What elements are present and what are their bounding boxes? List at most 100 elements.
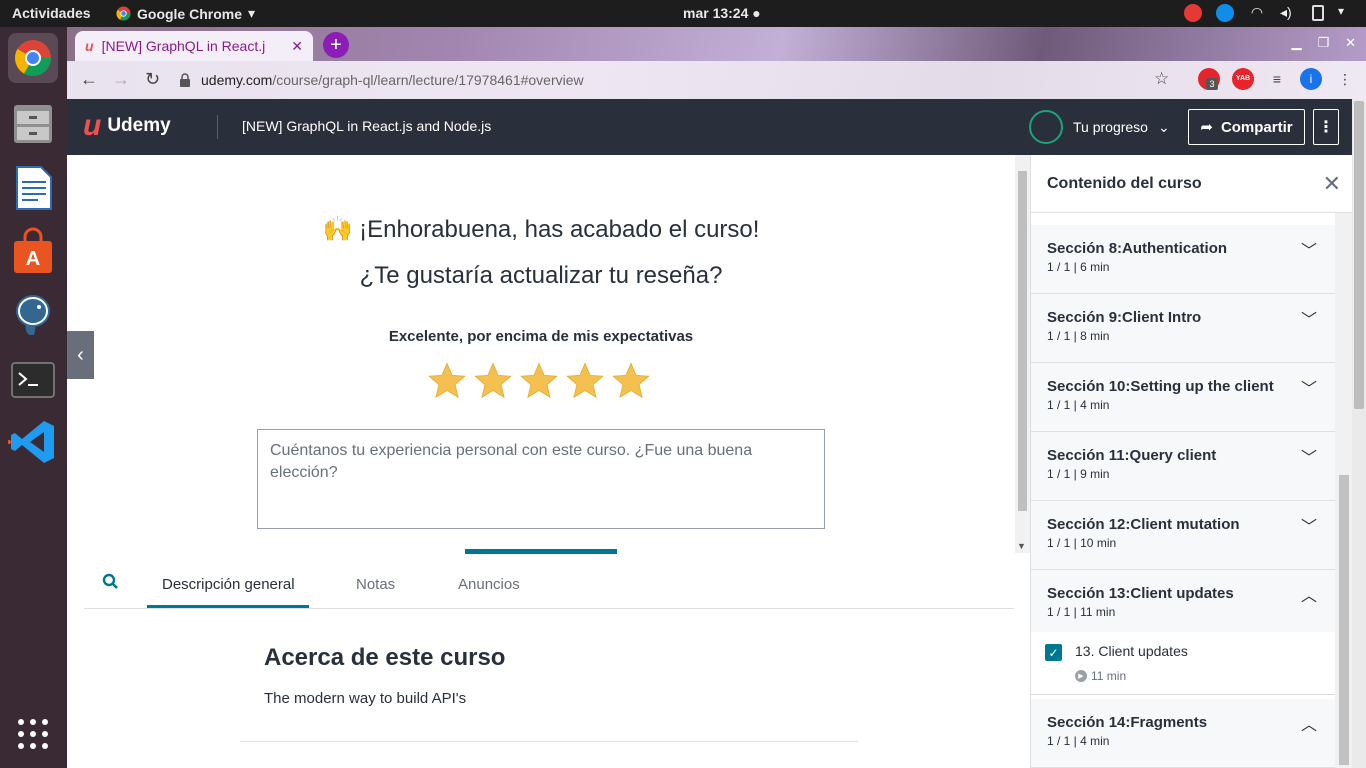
chevron-up-icon[interactable]: ︿ [1301,582,1317,606]
profile-avatar[interactable]: i [1300,68,1322,90]
tab-announcements[interactable]: Anuncios [458,576,520,593]
close-icon[interactable]: ✕ [1323,171,1341,197]
star-icon[interactable] [565,361,605,401]
system-top-bar: Actividades Google Chrome ▾ mar 13:24 ● … [0,0,1366,27]
chevron-down-icon[interactable]: ﹀ [1301,306,1317,330]
divider [240,741,858,742]
activities-button[interactable]: Actividades [12,5,91,21]
review-textarea[interactable]: Cuéntanos tu experiencia personal con es… [257,429,825,529]
page-scrollbar[interactable] [1352,99,1366,768]
files-dock-icon[interactable] [8,99,58,149]
congrats-text: ¡Enhorabuena, has acabado el curso! [359,216,760,243]
address-bar[interactable]: udemy.com/course/graph-ql/learn/lecture/… [179,66,1179,94]
chrome-icon [14,40,51,77]
scrollbar-thumb[interactable] [1339,475,1349,765]
scroll-down-icon[interactable]: ▼ [1017,541,1026,551]
star-icon[interactable] [473,361,513,401]
section-meta: 1 / 1 | 8 min [1047,329,1110,343]
system-menu-icon[interactable]: ▾ [1338,4,1356,22]
app-name: Google Chrome [137,5,243,22]
rating-label: Excelente, por encima de mis expectativa… [388,328,694,345]
tab-strip: u [NEW] GraphQL in React.j ✕ + ▁ ❐ ✕ [67,27,1366,61]
share-label: Compartir [1220,118,1293,136]
tab-notes[interactable]: Notas [356,576,395,593]
sidebar-section[interactable]: Sección 11:Query client 1 / 1 | 9 min ﹀ [1031,432,1335,501]
battery-icon[interactable] [1312,5,1324,21]
chevron-up-icon[interactable]: ︿ [1301,711,1317,735]
raised-hands-icon: 🙌 [322,216,353,243]
show-apps-icon[interactable] [8,709,58,759]
sidebar-scrollbar[interactable] [1335,213,1352,768]
logo-text: Udemy [107,115,171,136]
lecture-item[interactable]: ✓ 13. Client updates ▶ 11 min [1031,632,1335,695]
section-meta: 1 / 1 | 11 min [1047,605,1116,619]
pgadmin-dock-icon[interactable] [8,289,58,339]
tab-title: [NEW] GraphQL in React.j [101,38,266,54]
udemy-logo[interactable]: u Udemy [83,111,171,141]
lock-icon [180,73,190,87]
sidebar-section[interactable]: Sección 9:Client Intro 1 / 1 | 8 min ﹀ [1031,294,1335,363]
terminal-dock-icon[interactable] [8,355,58,405]
yab-extension-icon[interactable]: YAB [1232,68,1254,90]
app-menu[interactable]: Google Chrome ▾ [116,5,255,22]
browser-menu-icon[interactable]: ⋮ [1334,68,1356,90]
about-description: The modern way to build API's [264,690,467,707]
sidebar-section[interactable]: Sección 8:Authentication 1 / 1 | 6 min ﹀ [1031,225,1335,294]
grid-icon [18,719,48,749]
forward-icon[interactable]: → [112,69,130,90]
new-tab-button[interactable]: + [323,32,349,58]
star-icon[interactable] [519,361,559,401]
star-icon[interactable] [611,361,651,401]
document-icon [16,166,52,210]
close-window-icon[interactable]: ✕ [1345,35,1356,51]
stop-icon[interactable] [1184,4,1202,22]
elephant-icon [16,295,50,335]
opera-extension-icon[interactable]: 3 [1198,68,1220,90]
chrome-dock-icon[interactable] [8,33,58,83]
sidebar-section[interactable]: Sección 14:Fragments 1 / 1 | 4 min ︿ [1031,699,1335,768]
more-options-button[interactable]: ⋮ [1313,109,1339,145]
scrollbar-thumb[interactable] [1354,101,1364,409]
dock: A [0,27,67,768]
browser-toolbar: ← → ↻ udemy.com/course/graph-ql/learn/le… [67,61,1366,99]
sidebar-section[interactable]: Sección 13:Client updates 1 / 1 | 11 min ︿ [1031,570,1335,639]
share-icon: ➦ [1200,119,1213,136]
playlist-icon[interactable]: ≡ [1266,68,1288,90]
search-icon[interactable] [102,573,120,591]
vscode-dock-icon[interactable] [7,417,58,467]
vscode-icon [7,421,54,463]
section-title: Sección 13:Client updates [1047,585,1234,602]
back-icon[interactable]: ← [80,69,98,90]
chevron-down-icon[interactable]: ﹀ [1301,237,1317,261]
bookmark-star-icon[interactable]: ☆ [1154,69,1169,89]
review-scrollbar[interactable]: ▼ [1015,155,1030,553]
close-tab-icon[interactable]: ✕ [291,38,303,55]
star-icon[interactable] [427,361,467,401]
course-title[interactable]: [NEW] GraphQL in React.js and Node.js [242,118,491,134]
chevron-down-icon[interactable]: ﹀ [1301,375,1317,399]
wifi-icon[interactable]: ◠ [1248,4,1266,22]
chevron-down-icon[interactable]: ﹀ [1301,513,1317,537]
star-rating[interactable] [427,361,651,401]
reload-icon[interactable]: ↻ [145,69,160,90]
progress-menu[interactable]: Tu progreso ⌄ [1029,110,1170,144]
browser-tab[interactable]: u [NEW] GraphQL in React.j ✕ [75,31,313,61]
volume-icon[interactable]: ◂) [1280,4,1298,22]
teamviewer-icon[interactable] [1216,4,1234,22]
section-title: Sección 8:Authentication [1047,240,1228,257]
clock[interactable]: mar 13:24 ● [683,5,761,21]
minimize-icon[interactable]: ▁ [1291,35,1301,51]
scrollbar-thumb[interactable] [1018,171,1027,511]
tab-overview[interactable]: Descripción general [162,576,295,593]
chevron-down-icon[interactable]: ﹀ [1301,444,1317,468]
software-dock-icon[interactable]: A [8,227,58,277]
sidebar-section[interactable]: Sección 10:Setting up the client 1 / 1 | … [1031,363,1335,432]
maximize-icon[interactable]: ❐ [1317,35,1329,51]
window-controls: ▁ ❐ ✕ [1291,35,1356,51]
sidebar-section[interactable]: Sección 12:Client mutation 1 / 1 | 10 min… [1031,501,1335,570]
checkbox-checked-icon[interactable]: ✓ [1045,644,1062,661]
writer-dock-icon[interactable] [8,163,58,213]
share-button[interactable]: ➦ Compartir [1188,109,1305,145]
section-title: Sección 12:Client mutation [1047,516,1240,533]
browser-window: u [NEW] GraphQL in React.j ✕ + ▁ ❐ ✕ ← →… [67,27,1366,768]
